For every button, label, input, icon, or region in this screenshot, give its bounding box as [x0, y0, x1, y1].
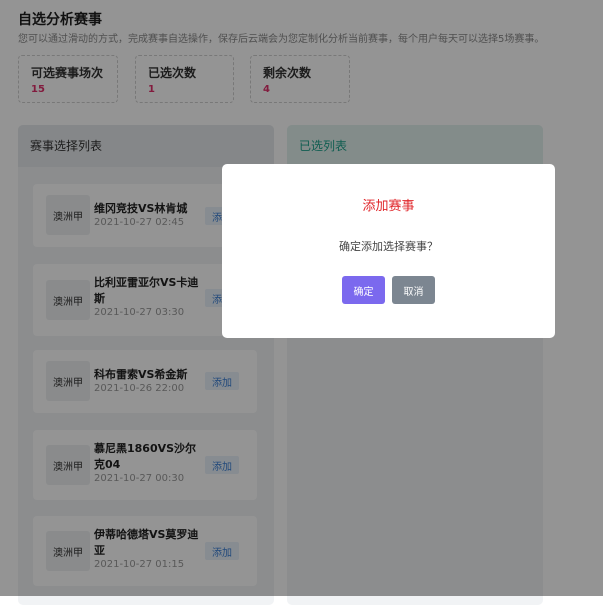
- dialog-title: 添加赛事: [362, 199, 415, 214]
- cancel-button[interactable]: 取消: [392, 276, 435, 304]
- add-match-dialog: 添加赛事 确定添加选择赛事？ 确定 取消: [222, 164, 555, 338]
- dialog-message: 确定添加选择赛事？: [339, 240, 438, 253]
- confirm-button[interactable]: 确定: [342, 276, 385, 304]
